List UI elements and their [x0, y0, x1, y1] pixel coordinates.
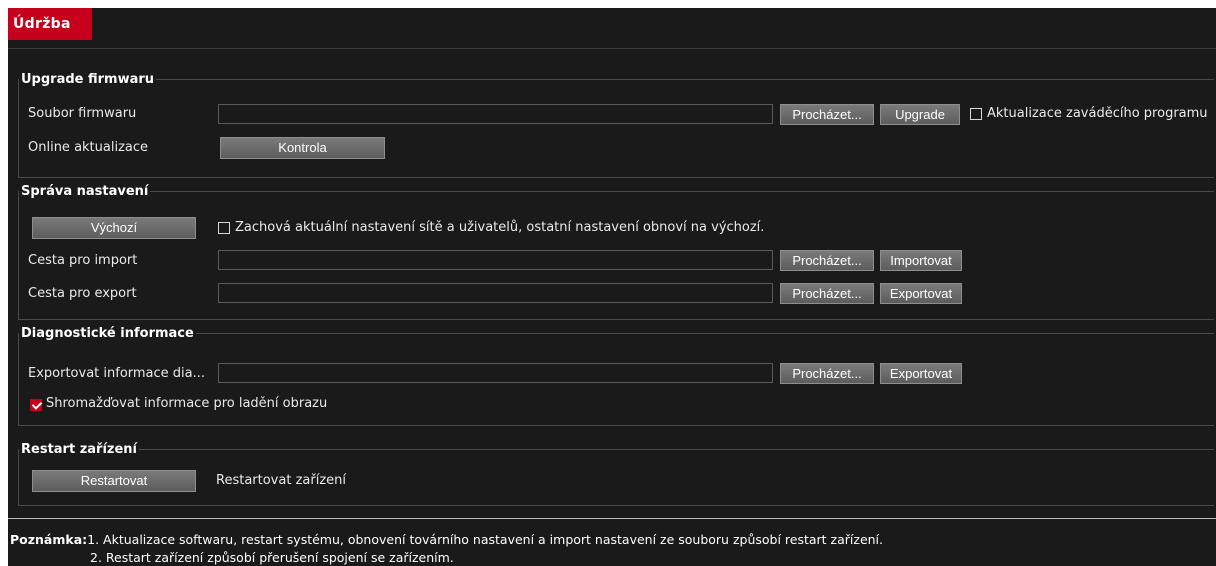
firmware-group: Upgrade firmwaru: [18, 72, 1214, 178]
check-button[interactable]: Kontrola: [220, 137, 385, 159]
note-line-2: 2. Restart zařízení způsobí přerušení sp…: [90, 550, 454, 565]
bootloader-checkbox[interactable]: [970, 108, 982, 120]
restart-group: Restart zařízení: [18, 442, 1214, 506]
diag-export-input[interactable]: [218, 363, 773, 383]
tab-divider: [8, 48, 1216, 49]
upgrade-button[interactable]: Upgrade: [880, 104, 960, 125]
keep-settings-checkbox[interactable]: [218, 222, 230, 234]
restart-button[interactable]: Restartovat: [32, 470, 196, 492]
note-text-1: 1. Aktualizace softwaru, restart systému…: [87, 532, 884, 547]
import-path-input[interactable]: [218, 250, 773, 270]
import-browse-button[interactable]: Procházet...: [780, 250, 874, 271]
export-path-input[interactable]: [218, 283, 773, 303]
collect-debug-checkbox[interactable]: [30, 399, 42, 411]
bootloader-label: Aktualizace zaváděcího programu: [987, 106, 1208, 121]
diagnostics-title: Diagnostické informace: [21, 326, 194, 341]
export-button[interactable]: Exportovat: [880, 283, 962, 304]
settings-title: Správa nastavení: [21, 184, 149, 199]
import-button[interactable]: Importovat: [880, 250, 962, 271]
keep-settings-label: Zachová aktuální nastavení sítě a uživat…: [235, 220, 765, 235]
diag-browse-button[interactable]: Procházet...: [780, 363, 874, 384]
note-prefix: Poznámka:: [10, 532, 88, 547]
diag-export-label: Exportovat informace dia...: [28, 366, 206, 381]
firmware-file-input[interactable]: [218, 104, 773, 124]
export-browse-button[interactable]: Procházet...: [780, 283, 874, 304]
note-line-1: Poznámka:1. Aktualizace softwaru, restar…: [10, 532, 883, 547]
default-button[interactable]: Výchozí: [32, 217, 196, 239]
restart-description: Restartovat zařízení: [216, 473, 346, 488]
firmware-browse-button[interactable]: Procházet...: [780, 104, 874, 125]
online-update-label: Online aktualizace: [28, 140, 149, 155]
firmware-file-label: Soubor firmwaru: [28, 106, 137, 121]
tab-maintenance[interactable]: Údržba: [8, 8, 92, 40]
export-path-label: Cesta pro export: [28, 286, 137, 301]
maintenance-panel: Údržba Upgrade firmwaru Soubor firmwaru …: [8, 8, 1216, 566]
diag-export-button[interactable]: Exportovat: [880, 363, 962, 384]
restart-title: Restart zařízení: [21, 442, 138, 457]
firmware-title: Upgrade firmwaru: [21, 72, 155, 87]
note-divider: [8, 518, 1216, 519]
import-path-label: Cesta pro import: [28, 253, 138, 268]
collect-debug-label: Shromažďovat informace pro ladění obrazu: [46, 396, 328, 411]
